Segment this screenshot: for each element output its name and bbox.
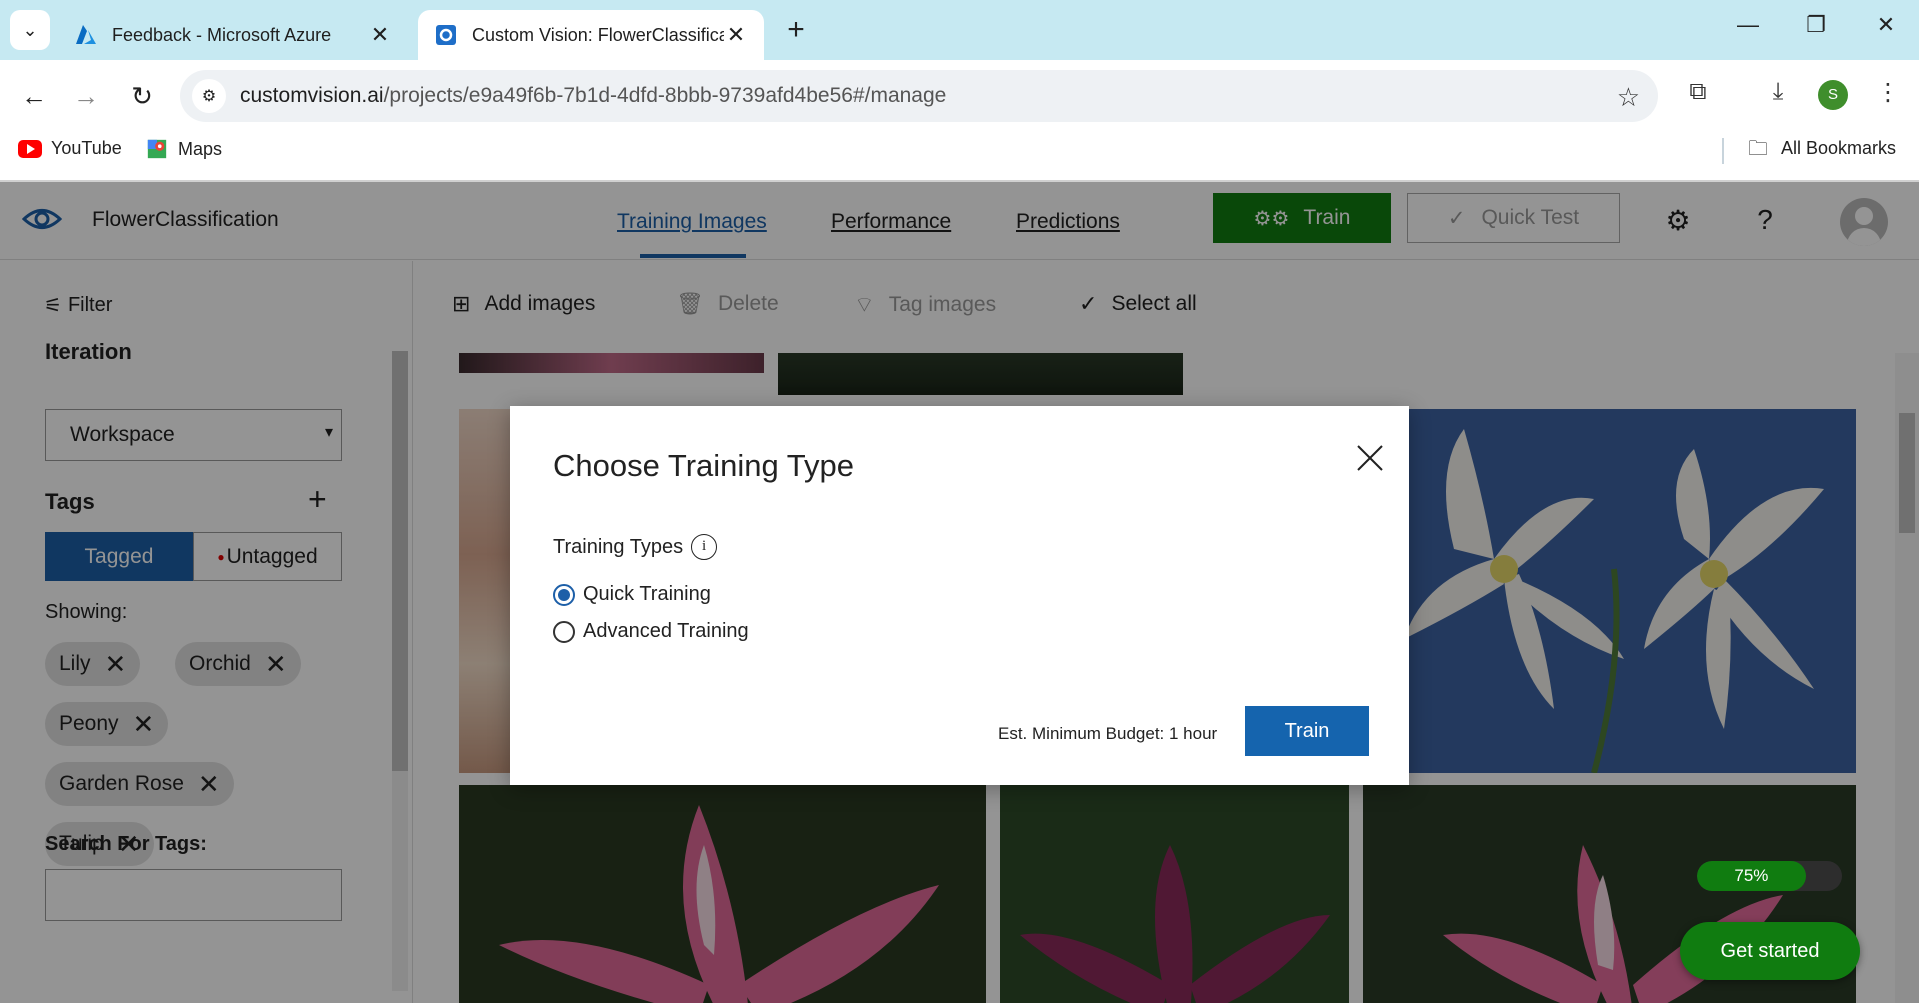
download-icon[interactable]: ⤓	[1760, 78, 1796, 106]
site-settings-icon[interactable]: ⚙	[192, 79, 226, 113]
maps-icon	[147, 139, 167, 159]
chevron-down-icon: ⌄	[22, 19, 38, 40]
bookmark-maps[interactable]: Maps	[145, 138, 222, 160]
tab-search-button[interactable]: ⌄	[10, 10, 50, 50]
progress-indicator: 75%	[1697, 861, 1842, 891]
menu-kebab-icon[interactable]: ⋮	[1870, 78, 1906, 107]
restore-icon[interactable]: ❐	[1796, 12, 1836, 38]
tab-title: Custom Vision: FlowerClassifica	[472, 24, 724, 45]
info-icon[interactable]: i	[691, 534, 718, 560]
advanced-training-radio[interactable]	[553, 620, 575, 643]
url-text[interactable]: customvision.ai/projects/e9a49f6b-7b1d-4…	[240, 84, 946, 108]
azure-icon	[74, 23, 98, 47]
choose-training-type-dialog: Choose Training Type Training Types i Qu…	[510, 406, 1409, 785]
dialog-title: Choose Training Type	[553, 448, 855, 483]
dialog-train-button[interactable]: Train	[1245, 706, 1369, 756]
progress-fill: 75%	[1697, 861, 1806, 891]
youtube-icon	[18, 139, 42, 158]
address-bar[interactable]: ⚙ customvision.ai/projects/e9a49f6b-7b1d…	[180, 70, 1658, 122]
get-started-button[interactable]: Get started	[1680, 922, 1860, 980]
forward-icon[interactable]: →	[68, 78, 104, 114]
reload-icon[interactable]: ↻	[124, 78, 160, 114]
new-tab-button[interactable]: +	[780, 14, 812, 46]
bookmark-star-icon[interactable]: ☆	[1617, 82, 1640, 113]
advanced-training-option[interactable]: Advanced Training	[553, 620, 749, 643]
budget-estimate: Est. Minimum Budget: 1 hour	[998, 724, 1218, 743]
quick-training-option[interactable]: Quick Training	[553, 583, 711, 606]
close-tab-icon[interactable]: ✕	[368, 22, 392, 48]
browser-tab-strip: ⌄ Feedback - Microsoft Azure ✕ Custom Vi…	[0, 0, 1919, 60]
back-icon[interactable]: ←	[16, 78, 52, 114]
profile-avatar[interactable]: S	[1818, 80, 1848, 110]
extensions-icon[interactable]: ⧉	[1680, 78, 1716, 106]
tab-title: Feedback - Microsoft Azure	[112, 24, 332, 45]
close-tab-icon[interactable]: ✕	[724, 22, 748, 48]
browser-tab-custom-vision[interactable]: Custom Vision: FlowerClassifica ✕	[418, 10, 764, 60]
training-types-label: Training Types i	[553, 534, 718, 560]
close-window-icon[interactable]: ✕	[1866, 12, 1906, 38]
all-bookmarks-button[interactable]: 🗀 All Bookmarks	[1748, 138, 1896, 159]
bookmarks-bar: YouTube Maps 🗀 All Bookmarks	[0, 130, 1919, 180]
bookmark-youtube[interactable]: YouTube	[18, 138, 122, 159]
folder-icon: 🗀	[1748, 137, 1768, 160]
custom-vision-icon	[434, 23, 458, 47]
bookmarks-divider	[1722, 138, 1724, 164]
browser-tab-feedback[interactable]: Feedback - Microsoft Azure ✕	[58, 10, 408, 60]
minimize-icon[interactable]: —	[1728, 12, 1768, 38]
close-icon[interactable]	[1348, 436, 1392, 480]
quick-training-radio[interactable]	[553, 583, 575, 606]
